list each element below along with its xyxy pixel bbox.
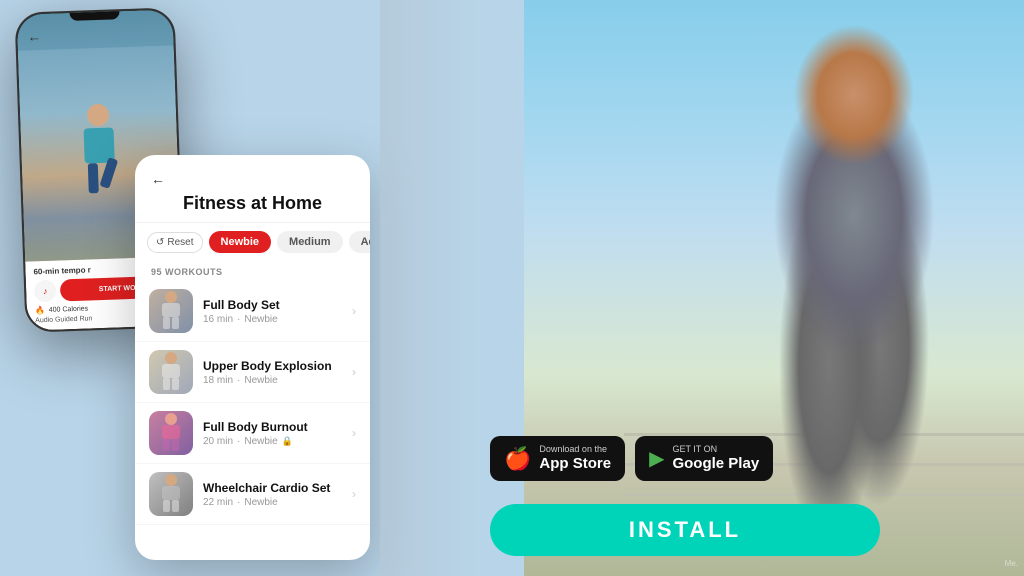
workout-name-3: Full Body Burnout [203,420,342,434]
runner-head [87,103,110,126]
reset-filter-button[interactable]: ↺ Reset [147,232,203,253]
workouts-count: 95 WORKOUTS [135,261,370,281]
tp-head [165,291,177,303]
workout-info-3: Full Body Burnout 20 min · Newbie 🔒 [203,420,342,447]
filter-row: ↺ Reset Newbie Medium Advance [135,223,370,261]
tp-leg-l3 [163,439,170,451]
workout-arrow-2: › [352,365,356,379]
google-play-text: GET IT ON Google Play [672,444,759,473]
install-button[interactable]: INSTALL [490,504,880,556]
tp-head-2 [165,352,177,364]
thumb-person-1 [156,291,186,331]
store-buttons-group: 🍎 Download on the App Store ▶ GET IT ON … [490,436,773,481]
workout-name-2: Upper Body Explosion [203,359,342,373]
workout-thumbnail-4 [149,472,193,516]
app-store-button[interactable]: 🍎 Download on the App Store [490,436,625,481]
tp-head-3 [165,413,177,425]
tp-body [162,303,180,317]
workout-separator-2: · [237,375,240,386]
workout-arrow-1: › [352,304,356,318]
newbie-filter-button[interactable]: Newbie [209,231,272,253]
install-label: INSTALL [629,517,741,543]
phone-notch [70,11,120,21]
tp-legs-2 [163,378,179,390]
tp-body-3 [162,425,180,439]
workout-thumbnail-2 [149,350,193,394]
workout-level-3: Newbie [244,436,277,447]
google-play-icon: ▶ [649,446,664,471]
workout-duration-1: 16 min [203,314,233,325]
workout-meta-3: 20 min · Newbie 🔒 [203,436,342,447]
runner-leg-left [88,163,99,193]
workout-meta-4: 22 min · Newbie [203,497,342,508]
workout-level-1: Newbie [244,314,277,325]
tp-leg-l2 [163,378,170,390]
tp-legs [163,317,179,329]
thumb-person-3 [156,413,186,453]
watermark: Me. [1005,559,1018,568]
workout-item-4[interactable]: Wheelchair Cardio Set 22 min · Newbie › [135,464,370,525]
app-store-text: Download on the App Store [539,444,611,473]
workout-level-4: Newbie [244,497,277,508]
workout-meta-2: 18 min · Newbie [203,375,342,386]
phone-left-back-btn[interactable]: ← [17,22,52,51]
workout-arrow-3: › [352,426,356,440]
workout-info-1: Full Body Set 16 min · Newbie [203,298,342,325]
tp-legs-3 [163,439,179,451]
app-screen: ← Fitness at Home ↺ Reset Newbie Medium … [135,155,370,560]
workout-name-4: Wheelchair Cardio Set [203,481,342,495]
google-play-large-label: Google Play [672,455,759,473]
workout-arrow-4: › [352,487,356,501]
apple-icon: 🍎 [504,446,531,472]
workout-thumbnail-1 [149,289,193,333]
workout-name-1: Full Body Set [203,298,342,312]
workout-item-3[interactable]: Full Body Burnout 20 min · Newbie 🔒 › [135,403,370,464]
workout-level-2: Newbie [244,375,277,386]
workout-duration-4: 22 min [203,497,233,508]
tp-leg-r [172,317,179,329]
tp-leg-r3 [172,439,179,451]
app-store-large-label: App Store [539,455,611,473]
workout-info-2: Upper Body Explosion 18 min · Newbie [203,359,342,386]
workout-info-4: Wheelchair Cardio Set 22 min · Newbie [203,481,342,508]
fade-overlay [380,0,480,576]
app-header: ← Fitness at Home [135,155,370,223]
google-play-small-label: GET IT ON [672,444,759,455]
workout-thumbnail-3 [149,411,193,455]
workout-meta-1: 16 min · Newbie [203,314,342,325]
runner-legs [88,162,113,193]
workout-separator-1: · [237,314,240,325]
lock-icon: 🔒 [282,436,293,447]
app-store-small-label: Download on the [539,444,611,455]
reset-icon: ↺ [156,237,164,248]
medium-filter-button[interactable]: Medium [277,231,343,253]
tp-legs-4 [163,500,179,512]
reset-label: Reset [167,237,193,248]
workout-item-2[interactable]: Upper Body Explosion 18 min · Newbie › [135,342,370,403]
thumb-person-2 [156,352,186,392]
workout-duration-2: 18 min [203,375,233,386]
tp-body-2 [162,364,180,378]
advanced-filter-button[interactable]: Advance [349,231,370,253]
runner-silhouette [63,102,136,204]
workout-separator-3: · [237,436,240,447]
tp-leg-l4 [163,500,170,512]
tp-leg-l [163,317,170,329]
music-button[interactable]: ♪ [34,280,57,303]
tp-leg-r2 [172,378,179,390]
calories-text: 400 Calories [49,306,89,314]
app-title: Fitness at Home [151,193,354,214]
workout-duration-3: 20 min [203,436,233,447]
workout-separator-4: · [237,497,240,508]
app-back-button[interactable]: ← [151,171,354,187]
tp-leg-r4 [172,500,179,512]
tp-head-4 [165,474,177,486]
thumb-person-4 [156,474,186,514]
workout-item[interactable]: Full Body Set 16 min · Newbie › [135,281,370,342]
tp-body-4 [162,486,180,500]
google-play-button[interactable]: ▶ GET IT ON Google Play [635,436,773,481]
workout-list: Full Body Set 16 min · Newbie › [135,281,370,525]
